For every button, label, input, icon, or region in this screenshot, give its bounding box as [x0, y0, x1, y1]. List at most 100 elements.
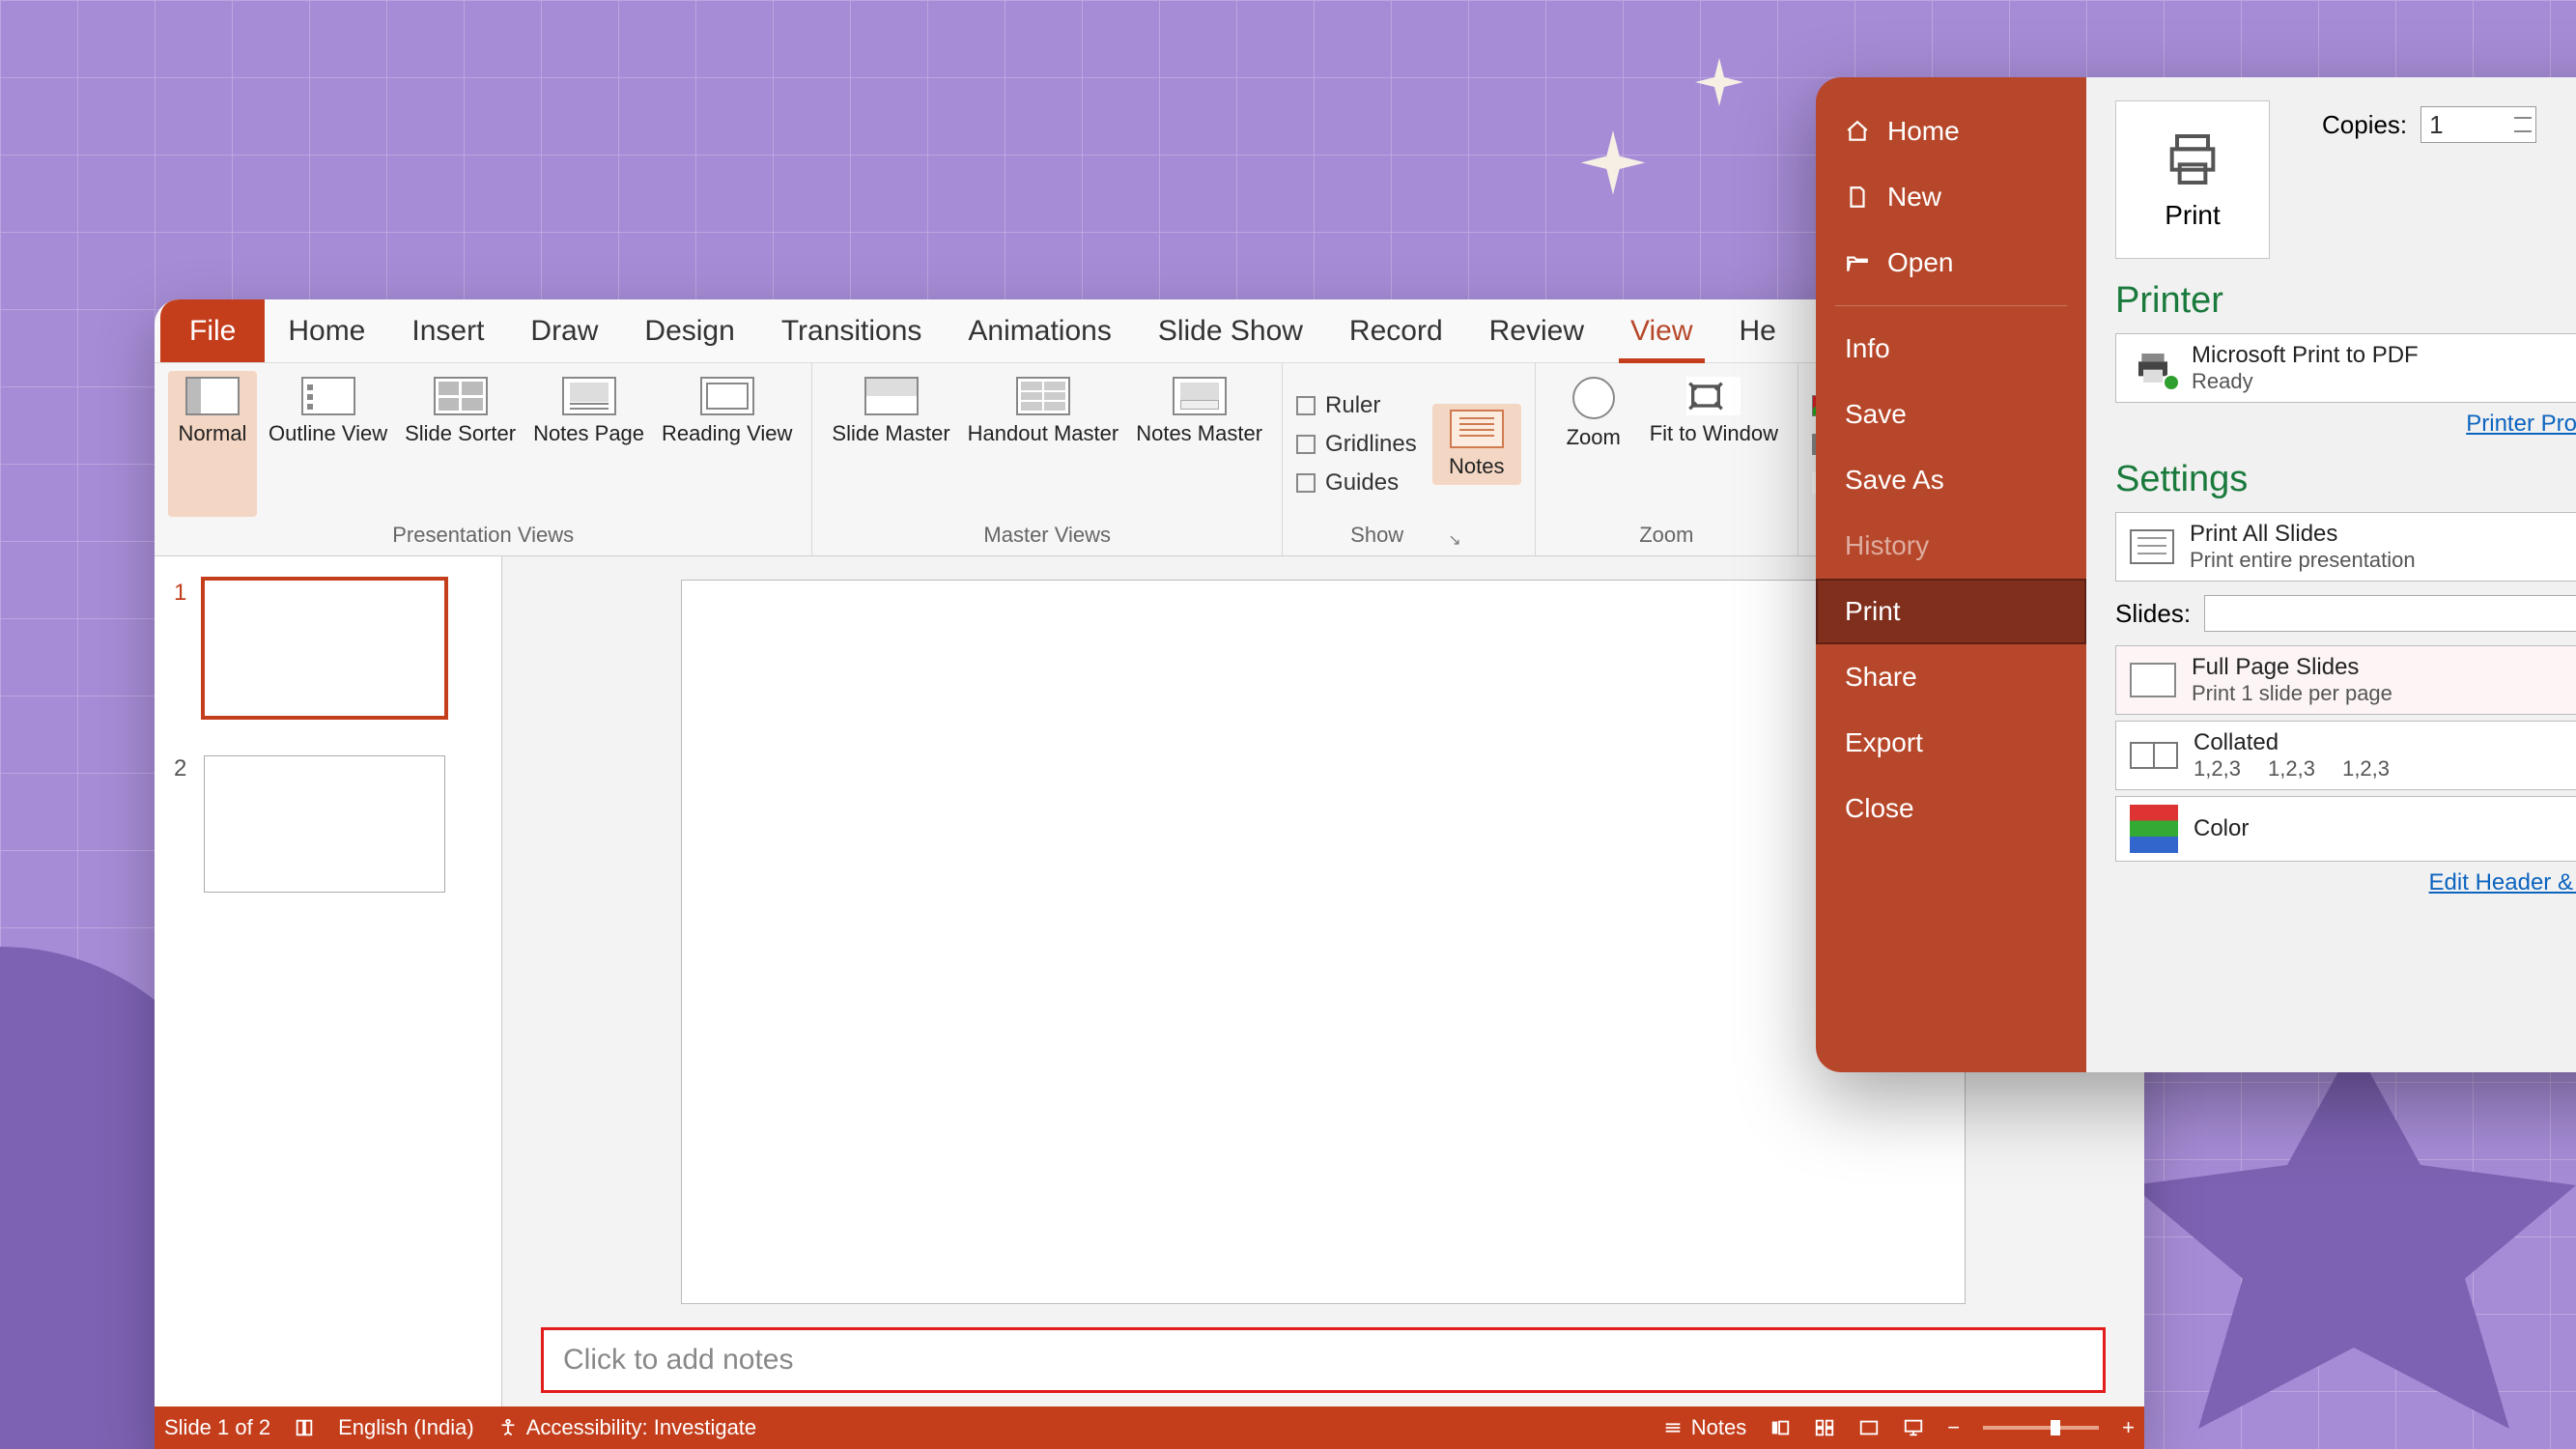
slide-surface[interactable]: [681, 580, 1966, 1304]
label: Info: [1845, 333, 1890, 364]
tab-record[interactable]: Record: [1326, 299, 1466, 362]
status-notes-toggle[interactable]: Notes: [1662, 1415, 1746, 1440]
nav-open[interactable]: Open: [1816, 230, 2086, 296]
tab-design[interactable]: Design: [621, 299, 757, 362]
nav-home[interactable]: Home: [1816, 99, 2086, 164]
edit-header-footer-link[interactable]: Edit Header & Footer: [2429, 869, 2576, 896]
print-button[interactable]: Print: [2115, 100, 2270, 259]
status-slideshow-view[interactable]: [1903, 1417, 1924, 1438]
guides-checkbox[interactable]: Guides: [1296, 466, 1417, 500]
notes-icon: [1662, 1417, 1684, 1438]
thumb-row-1[interactable]: 1: [174, 580, 482, 717]
status-accessibility[interactable]: Accessibility: Investigate: [497, 1415, 756, 1440]
slide-master-button[interactable]: Slide Master: [826, 371, 955, 517]
notes-page-icon: [562, 377, 616, 415]
status-reading-view[interactable]: [1858, 1417, 1880, 1438]
slides-label: Slides:: [2115, 599, 2191, 629]
view-notespage-button[interactable]: Notes Page: [527, 371, 650, 517]
book-icon: [294, 1417, 315, 1438]
slide-thumbnail-2[interactable]: [204, 755, 445, 893]
zoom-button[interactable]: Zoom: [1549, 371, 1638, 517]
nav-close[interactable]: Close: [1816, 776, 2086, 841]
collate-icon: [2130, 742, 2178, 769]
group-label: Presentation Views: [392, 517, 574, 555]
label: Accessibility: Investigate: [526, 1415, 756, 1440]
fit-to-window-button[interactable]: Fit to Window: [1644, 371, 1784, 517]
view-reading-button[interactable]: Reading View: [656, 371, 798, 517]
sublabel: 1,2,3 1,2,3 1,2,3: [2194, 756, 2390, 781]
notes-input[interactable]: Click to add notes: [541, 1327, 2106, 1393]
accessibility-icon: [497, 1417, 519, 1438]
printer-dropdown[interactable]: Microsoft Print to PDF Ready: [2115, 333, 2576, 403]
gridlines-checkbox[interactable]: Gridlines: [1296, 427, 1417, 462]
copies-field: Copies: 1: [2322, 106, 2536, 143]
label: Outline View: [269, 421, 387, 446]
status-slide-count[interactable]: Slide 1 of 2: [164, 1415, 270, 1440]
thumb-row-2[interactable]: 2: [174, 755, 482, 893]
label: Slide Sorter: [405, 421, 516, 446]
print-range-dropdown[interactable]: Print All Slides Print entire presentati…: [2115, 512, 2576, 582]
handout-master-button[interactable]: Handout Master: [962, 371, 1125, 517]
ruler-checkbox[interactable]: Ruler: [1296, 388, 1417, 423]
tab-slideshow[interactable]: Slide Show: [1135, 299, 1326, 362]
status-language[interactable]: English (India): [338, 1415, 474, 1440]
nav-new[interactable]: New: [1816, 164, 2086, 230]
label: Home: [1887, 116, 1960, 147]
slides-input[interactable]: [2204, 595, 2576, 632]
notes-toggle-button[interactable]: Notes: [1432, 404, 1521, 485]
label: Guides: [1325, 469, 1399, 497]
tab-draw[interactable]: Draw: [507, 299, 621, 362]
label: Reading View: [662, 421, 792, 446]
status-normal-view[interactable]: [1769, 1417, 1791, 1438]
notes-master-button[interactable]: Notes Master: [1130, 371, 1268, 517]
label: Ruler: [1325, 392, 1380, 419]
outline-view-icon: [301, 377, 355, 415]
label: Notes Page: [533, 421, 644, 446]
sorter-view-icon: [434, 377, 488, 415]
document-icon: [1845, 185, 1870, 210]
tab-file[interactable]: File: [160, 299, 265, 362]
nav-history: History: [1816, 513, 2086, 579]
nav-save-as[interactable]: Save As: [1816, 447, 2086, 513]
view-outline-button[interactable]: Outline View: [263, 371, 393, 517]
label: Full Page Slides: [2192, 654, 2392, 681]
view-sorter-button[interactable]: Slide Sorter: [399, 371, 522, 517]
tab-view[interactable]: View: [1607, 299, 1715, 362]
label: Share: [1845, 662, 1917, 693]
status-spellcheck[interactable]: [294, 1417, 315, 1438]
zoom-in-button[interactable]: +: [2122, 1415, 2135, 1440]
normal-view-icon: [1769, 1417, 1791, 1438]
slide-number: 1: [174, 580, 186, 717]
tab-help-truncated[interactable]: He: [1716, 299, 1799, 362]
label: Notes: [1691, 1415, 1746, 1440]
thumbnail-pane[interactable]: 1 2: [155, 556, 502, 1406]
tab-review[interactable]: Review: [1466, 299, 1607, 362]
dialog-launcher-icon[interactable]: ↘: [1442, 530, 1466, 555]
nav-share[interactable]: Share: [1816, 644, 2086, 710]
tab-transitions[interactable]: Transitions: [758, 299, 946, 362]
tab-animations[interactable]: Animations: [945, 299, 1134, 362]
copies-label: Copies:: [2322, 110, 2407, 140]
normal-view-icon: [185, 377, 240, 415]
zoom-slider[interactable]: [1983, 1426, 2099, 1430]
home-icon: [1845, 119, 1870, 144]
view-normal-button[interactable]: Normal: [168, 371, 257, 517]
copies-value: 1: [2429, 110, 2443, 140]
copies-spinner[interactable]: 1: [2420, 106, 2536, 143]
nav-info[interactable]: Info: [1816, 316, 2086, 382]
status-sorter-view[interactable]: [1814, 1417, 1835, 1438]
nav-print[interactable]: Print: [1816, 579, 2086, 644]
collate-dropdown[interactable]: Collated 1,2,3 1,2,3 1,2,3: [2115, 721, 2576, 790]
nav-save[interactable]: Save: [1816, 382, 2086, 447]
printer-properties-link[interactable]: Printer Properties: [2466, 411, 2576, 438]
tab-home[interactable]: Home: [265, 299, 388, 362]
zoom-thumb[interactable]: [2051, 1420, 2060, 1435]
layout-dropdown[interactable]: Full Page Slides Print 1 slide per page …: [2115, 645, 2576, 715]
slide-thumbnail-1[interactable]: [204, 580, 445, 717]
zoom-out-button[interactable]: −: [1947, 1415, 1960, 1440]
checkbox-icon: [1296, 473, 1316, 493]
tab-insert[interactable]: Insert: [388, 299, 507, 362]
color-dropdown[interactable]: Color: [2115, 796, 2576, 862]
nav-export[interactable]: Export: [1816, 710, 2086, 776]
label: Color: [2194, 815, 2249, 842]
